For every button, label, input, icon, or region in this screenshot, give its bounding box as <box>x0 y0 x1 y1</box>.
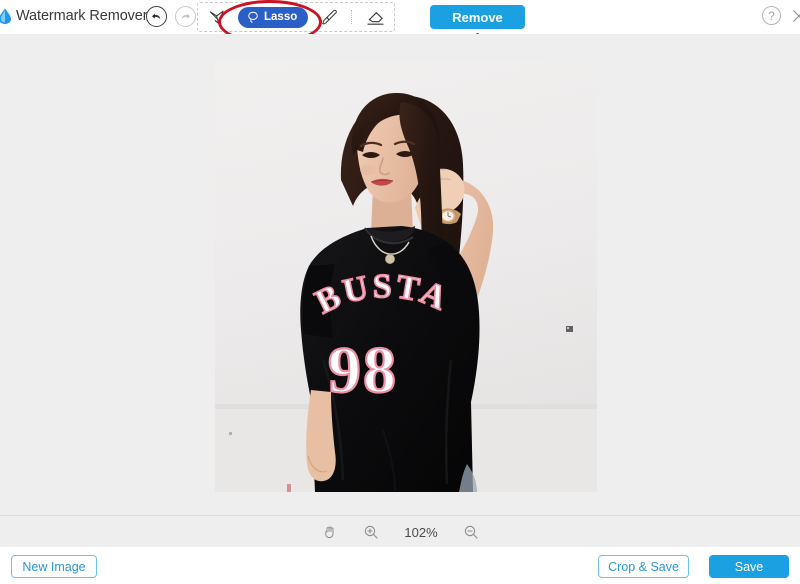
app-title: Watermark Remover <box>16 8 148 24</box>
photo-image[interactable]: BUSTA 98 <box>215 60 597 492</box>
magic-wand-icon <box>209 10 224 24</box>
brush-tool-button[interactable] <box>318 6 340 28</box>
save-button[interactable]: Save <box>709 555 789 578</box>
lasso-tool-button[interactable]: Lasso <box>238 6 309 28</box>
undo-arrow-icon <box>151 13 161 20</box>
hand-pan-icon <box>324 526 333 539</box>
bottom-action-bar: New Image Crop & Save Save <box>0 547 800 584</box>
new-image-button[interactable]: New Image <box>11 555 97 578</box>
zoom-in-button[interactable] <box>361 522 381 542</box>
brush-icon <box>321 9 337 24</box>
top-toolbar: Watermark Remover Lasso Remove ? <box>0 0 800 44</box>
zoom-level-label: 102% <box>404 524 438 540</box>
history-controls <box>146 6 196 27</box>
app-brand: Watermark Remover <box>0 6 148 26</box>
zoom-in-icon <box>364 525 378 539</box>
crop-and-save-button[interactable]: Crop & Save <box>598 555 689 578</box>
redo-arrow-icon <box>181 13 191 20</box>
eraser-icon <box>367 11 384 25</box>
zoom-toolbar: 102% <box>0 515 800 548</box>
pan-hand-button[interactable] <box>319 522 339 542</box>
svg-text:98: 98 <box>328 334 398 407</box>
undo-button[interactable] <box>146 6 167 27</box>
window-controls: ? <box>762 6 800 25</box>
eraser-tool-button[interactable] <box>364 6 386 28</box>
magic-wand-tool-button[interactable] <box>206 6 228 28</box>
redo-button[interactable] <box>175 6 196 27</box>
lasso-tool-label: Lasso <box>264 11 298 23</box>
water-drop-logo-icon <box>0 8 11 24</box>
selection-tool-group: Lasso <box>197 2 396 32</box>
editor-canvas[interactable]: BUSTA 98 <box>0 34 800 515</box>
help-icon[interactable]: ? <box>762 6 781 25</box>
lasso-icon <box>248 11 258 23</box>
remove-button[interactable]: Remove <box>430 5 525 29</box>
zoom-out-icon <box>464 525 478 539</box>
close-x-icon[interactable] <box>790 7 800 25</box>
photo-content: BUSTA 98 <box>215 60 597 492</box>
zoom-out-button[interactable] <box>461 522 481 542</box>
toolbar-separator <box>351 10 353 24</box>
